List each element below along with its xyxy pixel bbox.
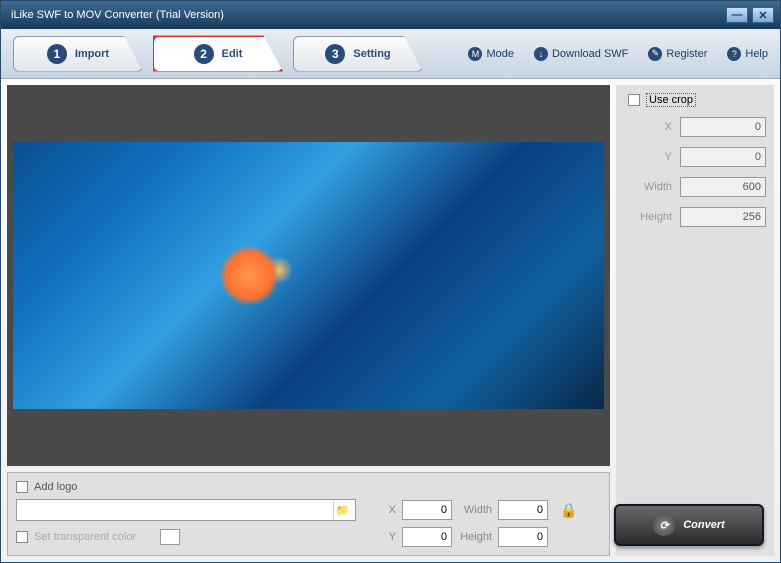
left-panel: Add logo 📁 X Width 🔒 Set transparent col… xyxy=(7,85,610,556)
logo-path-input[interactable]: 📁 xyxy=(16,499,356,521)
help-icon: ? xyxy=(727,47,741,61)
mode-icon: M xyxy=(468,47,482,61)
convert-icon: ⟳ xyxy=(653,514,675,536)
menu-label: Download SWF xyxy=(552,48,628,60)
content-area: Add logo 📁 X Width 🔒 Set transparent col… xyxy=(1,79,780,562)
logo-y-input[interactable] xyxy=(402,527,452,547)
convert-label: Convert xyxy=(683,519,725,531)
menu-help[interactable]: ? Help xyxy=(727,47,768,61)
window-title: iLike SWF to MOV Converter (Trial Versio… xyxy=(7,9,726,21)
close-button[interactable]: ✕ xyxy=(752,7,774,23)
menu-download-swf[interactable]: ↓ Download SWF xyxy=(534,47,628,61)
logo-height-input[interactable] xyxy=(498,527,548,547)
window-controls: — ✕ xyxy=(726,7,774,23)
crop-x-label: X xyxy=(634,121,672,133)
tab-label: Import xyxy=(75,48,109,60)
transparent-color-label: Set transparent color xyxy=(34,531,154,543)
crop-height-label: Height xyxy=(634,211,672,223)
tab-label: Setting xyxy=(353,48,390,60)
browse-icon[interactable]: 📁 xyxy=(333,501,351,519)
crop-width-input[interactable] xyxy=(680,177,766,197)
tab-setting[interactable]: 3 Setting xyxy=(293,36,423,72)
download-icon: ↓ xyxy=(534,47,548,61)
logo-x-label: X xyxy=(362,504,396,516)
logo-panel: Add logo 📁 X Width 🔒 Set transparent col… xyxy=(7,472,610,556)
menu-register[interactable]: ✎ Register xyxy=(648,47,707,61)
crop-x-input[interactable] xyxy=(680,117,766,137)
transparent-color-checkbox[interactable] xyxy=(16,531,28,543)
logo-x-input[interactable] xyxy=(402,500,452,520)
logo-width-label: Width xyxy=(458,504,492,516)
menu-label: Help xyxy=(745,48,768,60)
add-logo-label: Add logo xyxy=(34,481,77,493)
lock-icon[interactable]: 🔒 xyxy=(554,502,577,519)
use-crop-label: Use crop xyxy=(646,93,696,107)
preview-area xyxy=(7,85,610,466)
convert-button[interactable]: ⟳ Convert xyxy=(614,504,764,546)
crop-y-label: Y xyxy=(634,151,672,163)
crop-width-label: Width xyxy=(634,181,672,193)
preview-image xyxy=(13,142,604,409)
crop-panel: Use crop X Y Width Height xyxy=(616,85,774,556)
register-icon: ✎ xyxy=(648,47,662,61)
tab-number-icon: 2 xyxy=(194,44,214,64)
tab-import[interactable]: 1 Import xyxy=(13,36,143,72)
toolbar: 1 Import 2 Edit 3 Setting M Mode ↓ Downl… xyxy=(1,29,780,79)
menu-mode[interactable]: M Mode xyxy=(468,47,514,61)
logo-y-label: Y xyxy=(362,531,396,543)
crop-y-input[interactable] xyxy=(680,147,766,167)
use-crop-checkbox[interactable] xyxy=(628,94,640,106)
crop-height-input[interactable] xyxy=(680,207,766,227)
tab-number-icon: 1 xyxy=(47,44,67,64)
app-window: iLike SWF to MOV Converter (Trial Versio… xyxy=(0,0,781,563)
tab-edit[interactable]: 2 Edit xyxy=(153,36,283,72)
minimize-button[interactable]: — xyxy=(726,7,748,23)
tab-number-icon: 3 xyxy=(325,44,345,64)
tab-label: Edit xyxy=(222,48,243,60)
logo-height-label: Height xyxy=(458,531,492,543)
menu-label: Mode xyxy=(486,48,514,60)
transparent-color-swatch[interactable] xyxy=(160,529,180,545)
titlebar: iLike SWF to MOV Converter (Trial Versio… xyxy=(1,1,780,29)
add-logo-checkbox[interactable] xyxy=(16,481,28,493)
menu-label: Register xyxy=(666,48,707,60)
logo-width-input[interactable] xyxy=(498,500,548,520)
